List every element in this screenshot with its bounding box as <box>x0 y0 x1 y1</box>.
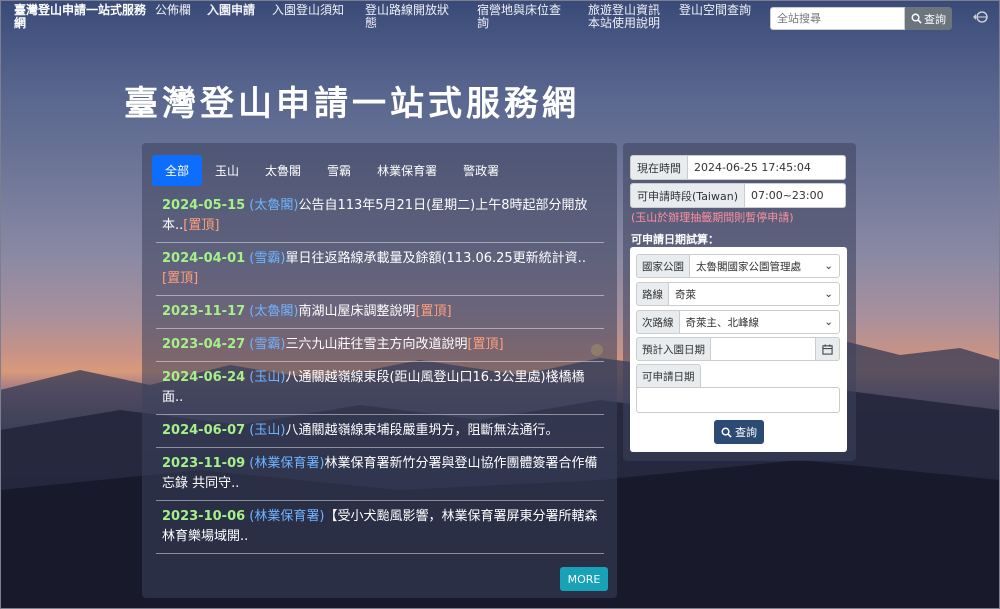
news-list: 2024-05-15 (太魯閣)公告自113年5月21日(星期二)上午8時起部分… <box>156 190 604 554</box>
news-item[interactable]: 2023-10-06 (林業保育署)【受小犬颱風影響，林業保育署屏東分署所轄森林… <box>156 501 604 554</box>
calendar-icon <box>822 343 833 355</box>
globe-icon <box>973 11 988 23</box>
news-date: 2023-10-06 <box>162 509 246 524</box>
news-date: 2023-11-09 <box>162 456 246 471</box>
apply-date-label: 可申請日期 <box>636 364 701 388</box>
news-category: (太魯閣) <box>249 198 299 213</box>
news-item[interactable]: 2024-05-15 (太魯閣)公告自113年5月21日(星期二)上午8時起部分… <box>156 190 604 243</box>
news-date: 2024-06-24 <box>162 370 246 385</box>
lottery-note: (玉山於辦理抽籤期間則暫停申請) <box>631 211 794 224</box>
news-text: 南湖山屋床調整說明 <box>298 304 416 319</box>
calc-query-button[interactable]: 查詢 <box>714 420 764 444</box>
tab-police[interactable]: 警政署 <box>450 155 512 186</box>
nav-item-apply[interactable]: 入園申請 <box>207 4 255 17</box>
current-time-value: 2024-06-25 17:45:04 <box>688 155 846 180</box>
subroute-select[interactable]: 奇萊主、北峰線 ⌄ <box>679 310 840 334</box>
date-calc-title: 可申請日期試算： <box>631 233 719 246</box>
news-item[interactable]: 2023-04-27 (雪霸)三六九山莊往雪主方向改道說明[置頂] <box>156 329 604 362</box>
tab-yushan[interactable]: 玉山 <box>202 155 252 186</box>
apply-period-group: 可申請時段(Taiwan) 07:00~23:00 <box>630 183 846 208</box>
nav-item-info[interactable]: 旅遊登山資訊本站使用說明 <box>588 4 666 30</box>
search-button-label: 查詢 <box>924 12 946 26</box>
site-brand[interactable]: 臺灣登山申請一站式服務網 <box>14 4 146 30</box>
calc-query-label: 查詢 <box>735 426 757 439</box>
news-pin: [置頂] <box>162 271 199 286</box>
language-switch[interactable] <box>970 10 988 27</box>
subroute-label: 次路線 <box>636 310 680 334</box>
site-search-button[interactable]: 查詢 <box>905 7 952 30</box>
search-icon <box>721 427 732 438</box>
news-pin: [置頂] <box>467 337 504 352</box>
park-select-group: 國家公園 太魯閣國家公園管理處 ⌄ <box>636 254 840 278</box>
search-icon <box>911 13 922 24</box>
tab-taroko[interactable]: 太魯閣 <box>252 155 314 186</box>
news-category: (太魯閣) <box>249 304 299 319</box>
news-date: 2023-11-17 <box>162 304 246 319</box>
page-title: 臺灣登山申請一站式服務網 <box>124 84 580 124</box>
news-panel: 全部 玉山 太魯閣 雪霸 林業保育署 警政署 2024-05-15 (太魯閣)公… <box>142 143 617 598</box>
news-text: 三六九山莊往雪主方向改道說明 <box>285 337 468 352</box>
news-category: (玉山) <box>249 423 286 438</box>
park-select[interactable]: 太魯閣國家公園管理處 ⌄ <box>690 254 840 278</box>
apply-date-label-group: 可申請日期 <box>636 364 701 388</box>
more-button[interactable]: MORE <box>560 567 608 591</box>
tab-shei-pa[interactable]: 雪霸 <box>314 155 364 186</box>
subroute-select-group: 次路線 奇萊主、北峰線 ⌄ <box>636 310 840 334</box>
tab-all[interactable]: 全部 <box>152 155 203 186</box>
news-date: 2024-04-01 <box>162 251 246 266</box>
chevron-down-icon: ⌄ <box>824 260 833 272</box>
news-date: 2024-05-15 <box>162 198 246 213</box>
entry-date-group: 預計入園日期 <box>636 337 840 361</box>
news-pin: [置頂] <box>183 218 220 233</box>
subroute-selected: 奇萊主、北峰線 <box>685 316 760 329</box>
calendar-button[interactable] <box>816 337 840 361</box>
news-text: 單日往返路線承載量及餘額(113.06.25更新統計資.. <box>285 251 586 266</box>
tab-forestry[interactable]: 林業保育署 <box>364 155 450 186</box>
news-pin: [置頂] <box>415 304 452 319</box>
nav-item-route-status[interactable]: 登山路線開放狀態 <box>365 4 457 30</box>
news-category: (玉山) <box>249 370 286 385</box>
news-tabs: 全部 玉山 太魯閣 雪霸 林業保育署 警政署 <box>152 155 512 186</box>
news-category: (林業保育署) <box>249 509 325 524</box>
park-label: 國家公園 <box>636 254 690 278</box>
nav-item-campsite[interactable]: 宿營地與床位查詢 <box>477 4 572 30</box>
news-text: 八通關越嶺線東埔段嚴重坍方，阻斷無法通行。 <box>285 423 559 438</box>
news-date: 2024-06-07 <box>162 423 246 438</box>
current-time-group: 現在時間 2024-06-25 17:45:04 <box>630 155 846 180</box>
apply-panel: 現在時間 2024-06-25 17:45:04 可申請時段(Taiwan) 0… <box>623 143 856 461</box>
chevron-down-icon: ⌄ <box>824 288 833 300</box>
route-select[interactable]: 奇萊 ⌄ <box>669 282 840 306</box>
current-time-label: 現在時間 <box>630 155 688 180</box>
date-calculator: 國家公園 太魯閣國家公園管理處 ⌄ 路線 奇萊 ⌄ 次路線 奇萊主、北峰線 ⌄ 預計入… <box>630 247 847 452</box>
entry-date-label: 預計入園日期 <box>636 337 711 361</box>
news-item[interactable]: 2023-11-17 (太魯閣)南湖山屋床調整說明[置頂] <box>156 296 604 329</box>
news-category: (雪霸) <box>249 251 286 266</box>
route-selected: 奇萊 <box>675 288 696 301</box>
top-nav: 臺灣登山申請一站式服務網 公佈欄 入園申請 入園登山須知 登山路線開放狀態 宿營… <box>0 0 1000 36</box>
entry-date-input[interactable] <box>711 337 816 361</box>
apply-date-result <box>636 387 840 413</box>
park-selected: 太魯閣國家公園管理處 <box>696 260 801 273</box>
nav-item-space-query[interactable]: 登山空間查詢 <box>679 4 751 17</box>
news-date: 2023-04-27 <box>162 337 246 352</box>
route-label: 路線 <box>636 282 669 306</box>
apply-period-value: 07:00~23:00 <box>745 183 846 208</box>
news-category: (林業保育署) <box>249 456 325 471</box>
news-category: (雪霸) <box>249 337 286 352</box>
news-item[interactable]: 2024-06-07 (玉山)八通關越嶺線東埔段嚴重坍方，阻斷無法通行。 <box>156 415 604 448</box>
apply-period-label: 可申請時段(Taiwan) <box>630 183 745 208</box>
news-item[interactable]: 2023-11-09 (林業保育署)林業保育署新竹分署與登山協作團體簽署合作備忘… <box>156 448 604 501</box>
site-search-input[interactable] <box>770 7 905 30</box>
news-item[interactable]: 2024-04-01 (雪霸)單日往返路線承載量及餘額(113.06.25更新統… <box>156 243 604 296</box>
route-select-group: 路線 奇萊 ⌄ <box>636 282 840 306</box>
news-item[interactable]: 2024-06-24 (玉山)八通關越嶺線東段(距山風登山口16.3公里處)棧橋… <box>156 362 604 415</box>
nav-item-notice[interactable]: 入園登山須知 <box>272 4 344 17</box>
nav-item-bulletin[interactable]: 公佈欄 <box>155 4 191 17</box>
chevron-down-icon: ⌄ <box>824 316 833 328</box>
